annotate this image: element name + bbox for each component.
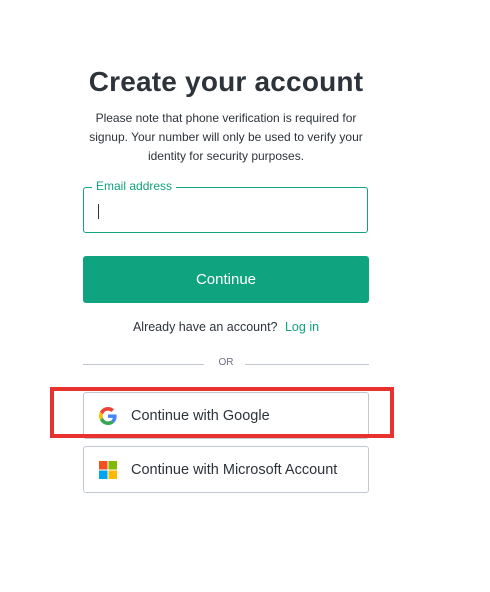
login-prompt: Already have an account? (132, 320, 278, 334)
google-icon (99, 406, 117, 425)
login-row: Already have an account? Log in (0, 320, 452, 334)
divider-text: OR (218, 357, 234, 368)
email-field-label: Email address (92, 179, 177, 193)
microsoft-icon (99, 460, 117, 479)
divider-line-right (245, 364, 369, 365)
text-cursor (98, 204, 99, 219)
continue-with-microsoft-button[interactable]: Continue with Microsoft Account (83, 446, 369, 493)
page-title: Create your account (88, 66, 364, 97)
continue-button[interactable]: Continue (83, 256, 369, 303)
continue-with-google-button[interactable]: Continue with Google (83, 392, 369, 439)
divider: OR (83, 356, 369, 372)
signup-page: Create your account Please note that pho… (0, 0, 490, 592)
email-field[interactable]: Email address (83, 179, 368, 233)
microsoft-button-label: Continue with Microsoft Account (131, 461, 338, 478)
page-subtitle: Please note that phone verification is r… (89, 111, 363, 163)
google-button-label: Continue with Google (131, 407, 270, 424)
login-link[interactable]: Log in (285, 320, 319, 334)
